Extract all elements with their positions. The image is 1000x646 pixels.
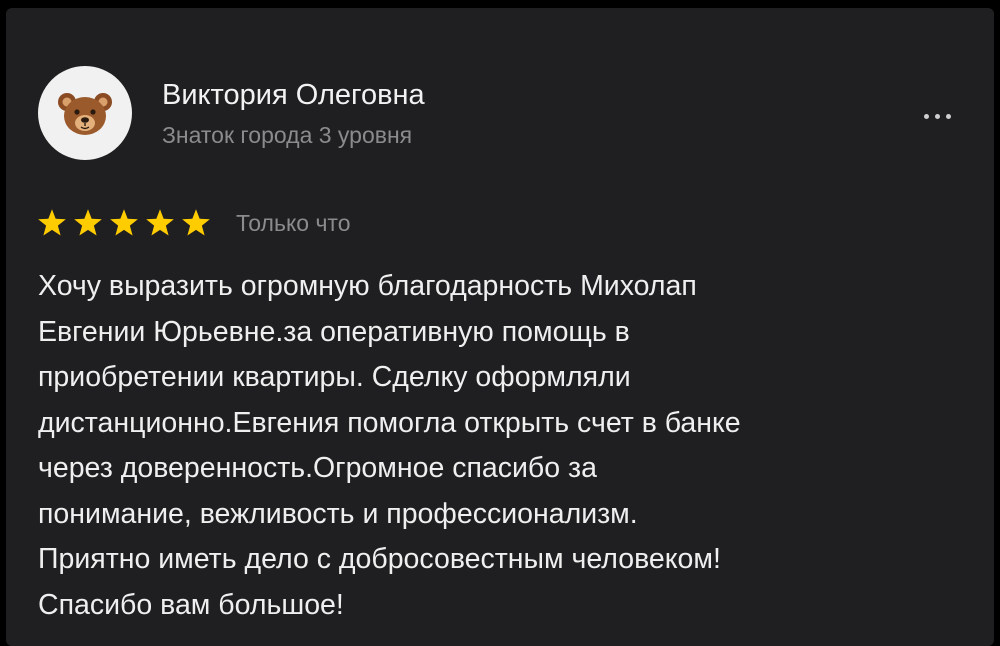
review-text-line: через доверенность.Огромное спасибо за: [38, 452, 597, 484]
review-text-line: Спасибо вам большое!: [38, 588, 344, 621]
review-text: Хочу выразить огромную благодарность Мих…: [38, 264, 988, 628]
rating-row: Только что: [36, 206, 351, 240]
star-icon: [72, 208, 104, 238]
more-dots-icon: [924, 114, 929, 119]
star-icon: [108, 208, 140, 238]
review-text-line: понимание, вежливость и профессионализм.: [38, 497, 638, 530]
author-name[interactable]: Виктория Олеговна: [162, 78, 425, 112]
star-icon: [36, 208, 68, 238]
star-icon: [180, 208, 212, 238]
author-level: Знаток города 3 уровня: [162, 122, 413, 148]
star-rating: [36, 208, 212, 238]
more-dots-icon: [946, 114, 951, 119]
author-avatar[interactable]: [38, 66, 132, 160]
star-icon: [144, 208, 176, 238]
review-card: Виктория Олеговна Знаток города 3 уровня…: [6, 8, 994, 646]
more-dots-icon: [935, 114, 940, 119]
more-options-button[interactable]: [918, 106, 958, 126]
bear-face-icon: [58, 93, 112, 135]
review-text-line: Хочу выразить огромную благодарность Мих…: [38, 270, 697, 302]
review-time: Только что: [236, 210, 351, 236]
review-text-line: дистанционно.Евгения помогла открыть сче…: [38, 406, 741, 439]
review-text-line: Приятно иметь дело с добросовестным чело…: [38, 543, 721, 575]
review-text-line: Евгении Юрьевне.за оперативную помощь в: [38, 315, 630, 348]
review-text-line: приобретении квартиры. Сделку оформляли: [38, 361, 631, 393]
